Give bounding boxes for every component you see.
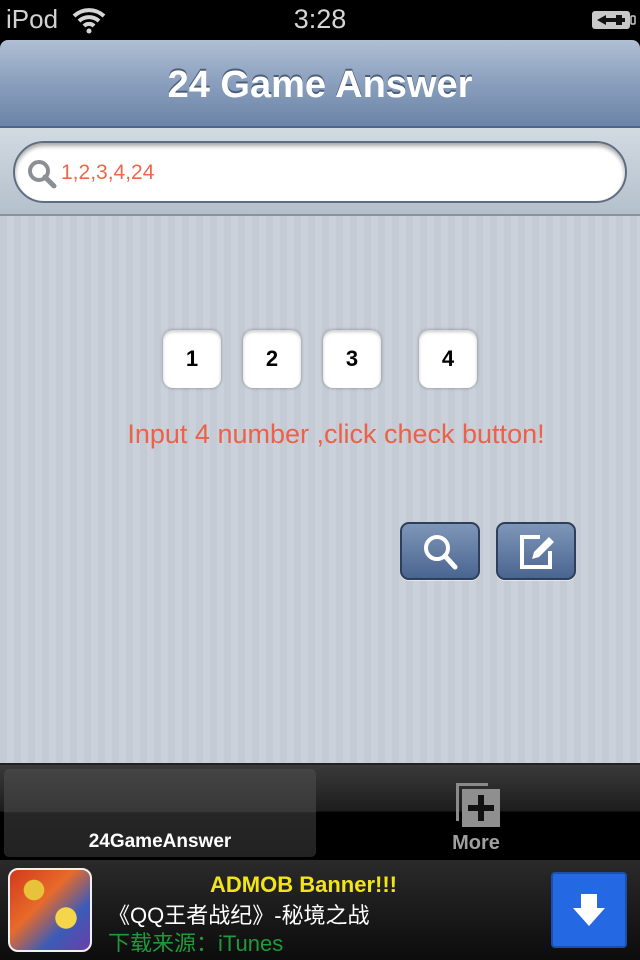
ad-download-button[interactable] — [551, 872, 627, 948]
tab-24gameanswer[interactable]: 24GameAnswer — [4, 769, 316, 857]
status-time: 3:28 — [293, 4, 347, 34]
number-input-4[interactable] — [419, 330, 477, 388]
edit-button[interactable] — [496, 522, 576, 580]
tab-label: 24GameAnswer — [88, 831, 232, 852]
search-icon — [28, 160, 57, 189]
page-title: 24 Game Answer — [167, 64, 473, 106]
search-bar — [0, 128, 640, 216]
number-input-2[interactable] — [243, 330, 301, 388]
ad-app-icon — [8, 868, 92, 952]
tab-bar: 24GameAnswer More — [0, 763, 640, 860]
more-icon — [456, 783, 500, 827]
number-input-3[interactable] — [323, 330, 381, 388]
tab-more[interactable]: More — [320, 769, 632, 857]
battery-charging-icon — [592, 11, 636, 29]
main-content: Input 4 number ,click check button! — [0, 216, 640, 763]
magnifier-icon — [424, 535, 458, 570]
navigation-bar: 24 Game Answer — [0, 40, 640, 128]
check-button[interactable] — [400, 522, 480, 580]
hint-text: Input 4 number ,click check button! — [127, 419, 545, 449]
edit-icon — [520, 535, 554, 569]
search-input[interactable] — [61, 161, 601, 185]
ad-banner[interactable]: ADMOB Banner!!! 《QQ王者战纪》-秘境之战 下载来源：iTune… — [0, 860, 640, 960]
ad-source: 下载来源：iTunes — [108, 931, 284, 952]
status-bar: iPod 3:28 — [0, 0, 640, 40]
search-field[interactable] — [13, 141, 627, 203]
number-input-1[interactable] — [163, 330, 221, 388]
tab-label: More — [452, 832, 500, 854]
download-arrow-icon — [573, 894, 605, 926]
ad-title: ADMOB Banner!!! — [210, 872, 397, 897]
